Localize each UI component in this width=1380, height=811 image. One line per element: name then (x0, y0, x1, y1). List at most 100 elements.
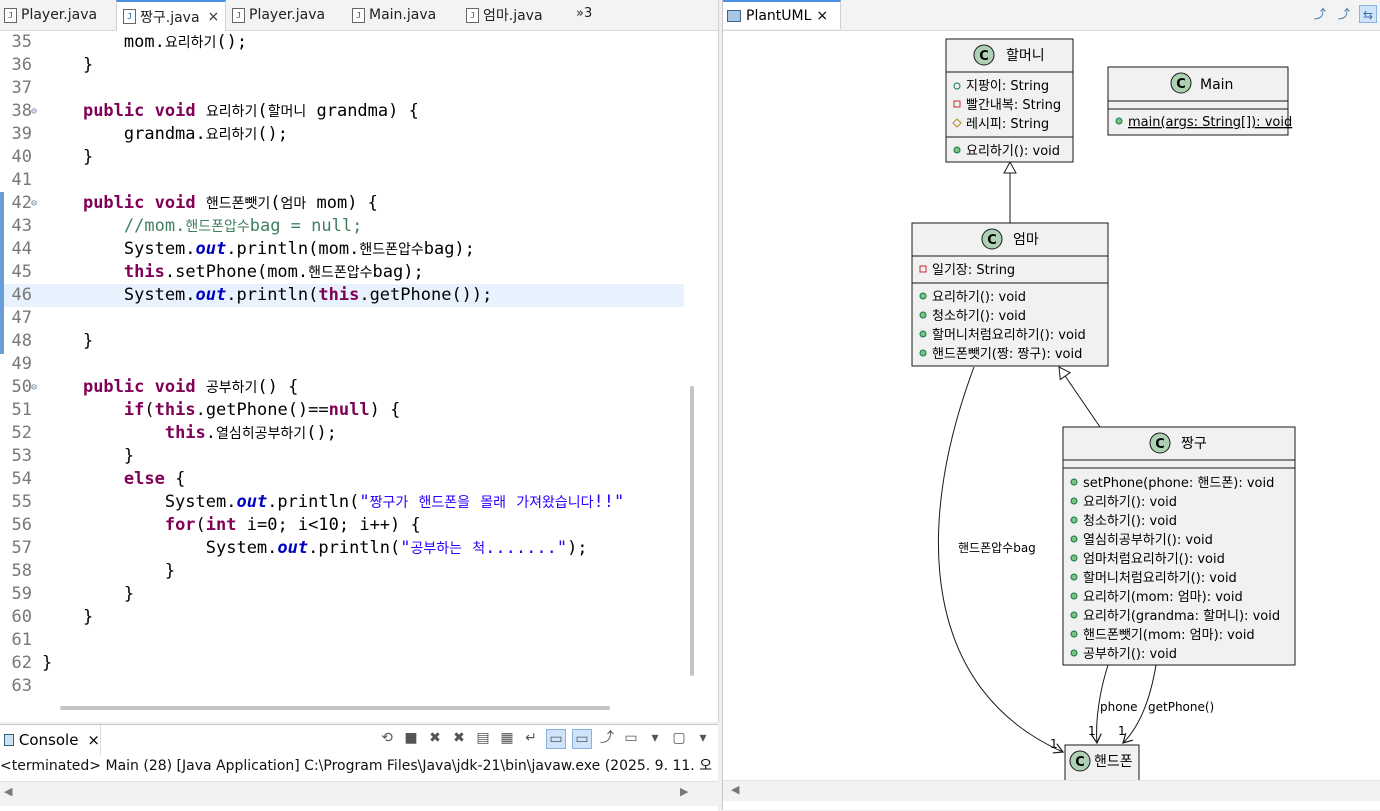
remove-all-icon[interactable]: ✖ (450, 729, 468, 747)
fold-toggle-icon[interactable]: ⊖ (31, 192, 37, 215)
terminate-icon[interactable]: ■ (402, 729, 420, 747)
scroll-left-icon[interactable]: ◀ (731, 783, 739, 796)
code-line[interactable]: 61 (0, 629, 684, 652)
public-method-icon (919, 292, 927, 300)
line-number: 39 (11, 124, 32, 144)
code-line[interactable]: 41 (0, 169, 684, 192)
code-line[interactable]: 63 (0, 675, 684, 698)
change-marker (0, 192, 4, 354)
class-mom[interactable]: C 엄마 일기장: String 요리하기(): void 청소하기(): vo… (911, 222, 1109, 367)
code-line[interactable]: 46 System.out.println(this.getPhone()); (0, 284, 684, 307)
link-editor-icon[interactable]: ⇆ (1359, 5, 1377, 23)
class-grandma[interactable]: C 할머니 지팡이: String 빨간내복: String 레시피: Stri… (945, 38, 1074, 163)
code-line[interactable]: 58 } (0, 560, 684, 583)
export-icon[interactable]: ⤴ (1311, 5, 1329, 23)
code-line[interactable]: 57 System.out.println("공부하는 척......."); (0, 537, 684, 560)
code-line[interactable]: 48 } (0, 330, 684, 353)
tab-main-java[interactable]: J Main.java (352, 0, 436, 30)
code-line[interactable]: 51 if(this.getPhone()==null) { (0, 399, 684, 422)
vertical-scrollbar[interactable] (690, 386, 694, 676)
tab-player-java-1[interactable]: J Player.java (4, 0, 97, 30)
code-line[interactable]: 43 //mom.핸드폰압수bag = null; (0, 215, 684, 238)
open-console-icon[interactable]: ▢ (670, 729, 688, 747)
code-line[interactable]: 59 } (0, 583, 684, 606)
code-line[interactable]: 56 for(int i=0; i<10; i++) { (0, 514, 684, 537)
code-line[interactable]: 35 mom.요리하기(); (0, 31, 684, 54)
close-icon[interactable]: × (816, 8, 828, 24)
line-number: 41 (11, 170, 32, 190)
pin-console-icon[interactable]: ⤴ (598, 729, 616, 747)
code-line[interactable]: 55 System.out.println("짱구가 핸드폰을 몰래 가져왔습니… (0, 491, 684, 514)
code-line[interactable]: 40 } (0, 146, 684, 169)
class-jjanggu[interactable]: C 짱구 setPhone(phone: 핸드폰): void 요리하기(): v… (1062, 426, 1296, 666)
tab-player-java-2[interactable]: J Player.java (232, 0, 325, 30)
code-line[interactable]: 49 (0, 353, 684, 376)
scroll-right-icon[interactable]: ▶ (680, 785, 688, 798)
tab-overflow-button[interactable]: »3 (576, 6, 592, 21)
public-method-icon (919, 311, 927, 319)
console-horizontal-scrollbar[interactable]: ◀ ▶ (0, 781, 718, 806)
inheritance-jjanggu-mom (1058, 366, 1101, 428)
fold-toggle-icon[interactable]: ⊖ (31, 100, 37, 123)
horizontal-scrollbar[interactable] (60, 706, 610, 710)
plantuml-horizontal-scrollbar[interactable]: ◀ (723, 780, 1380, 801)
word-wrap-icon[interactable]: ↵ (522, 729, 540, 747)
code-text: this.열심히공부하기(); (164, 423, 337, 443)
code-text: } (42, 607, 94, 627)
method: 할머니처럼요리하기(): void (1083, 571, 1237, 586)
line-number: 46 (11, 285, 32, 305)
copy-icon[interactable]: ⤴ (1335, 5, 1353, 23)
show-stderr-icon[interactable]: ▭ (572, 729, 592, 749)
code-line[interactable]: 36 } (0, 54, 684, 77)
code-area[interactable]: 35 mom.요리하기(); 36 } 37 38 ⊖ public void 요리하기… (0, 31, 684, 701)
tab-mom-java[interactable]: J 엄마.java (466, 0, 543, 30)
code-line[interactable]: 39 grandma.요리하기(); (0, 123, 684, 146)
class-phone[interactable]: C 핸드폰 (1064, 744, 1140, 782)
code-line[interactable]: 45 this.setPhone(mom.핸드폰압수bag); (0, 261, 684, 284)
code-line[interactable]: 53 } (0, 445, 684, 468)
class-marker: C (1155, 437, 1165, 452)
remove-launch-icon[interactable]: ✖ (426, 729, 444, 747)
code-line[interactable]: 38 ⊖ public void 요리하기(할머니 grandma) { (0, 100, 684, 123)
code-line[interactable]: 54 else { (0, 468, 684, 491)
class-main[interactable]: C Main main(args: String[]): void (1107, 66, 1292, 136)
code-line[interactable]: 60 } (0, 606, 684, 629)
line-number: 44 (11, 239, 32, 259)
tab-jjanggu-java[interactable]: J 짱구.java × (116, 0, 227, 31)
code-line[interactable]: 52 this.열심히공부하기(); (0, 422, 684, 445)
scroll-left-icon[interactable]: ◀ (4, 785, 12, 798)
code-line[interactable]: 50 ⊖ public void 공부하기() { (0, 376, 684, 399)
code-line[interactable]: 47 (0, 307, 684, 330)
public-method-icon (1070, 497, 1078, 505)
code-line[interactable]: 62} (0, 652, 684, 675)
console-view: Console × ⟲ ■ ✖ ✖ ▤ ▦ ↵ ▭ ▭ ⤴ ▭ ▾ ▢ ▾ <t… (0, 724, 718, 811)
view-menu-icon[interactable]: ▾ (694, 729, 712, 747)
class-name: 핸드폰 (1094, 754, 1133, 770)
plantuml-tab[interactable]: PlantUML × (723, 0, 841, 29)
code-editor[interactable]: J Player.java J 짱구.java × J Player.java … (0, 0, 719, 722)
code-text: //mom.핸드폰압수bag = null; (123, 216, 363, 236)
public-method-icon (1070, 611, 1078, 619)
line-number: 38 (11, 101, 32, 121)
clear-console-icon[interactable]: ▤ (474, 729, 492, 747)
code-line[interactable]: 37 (0, 77, 684, 100)
console-tab[interactable]: Console × (0, 725, 101, 755)
fold-toggle-icon[interactable]: ⊖ (31, 376, 37, 399)
display-console-icon[interactable]: ▭ (622, 729, 640, 747)
chevron-down-icon[interactable]: ▾ (646, 729, 664, 747)
pin-icon[interactable]: ⟲ (378, 729, 396, 747)
show-stdout-icon[interactable]: ▭ (546, 729, 566, 749)
code-text: grandma.요리하기(); (42, 124, 289, 144)
plantuml-icon (727, 9, 741, 22)
code-line[interactable]: 44 System.out.println(mom.핸드폰압수bag); (0, 238, 684, 261)
method: 엄마처럼요리하기(): void (1083, 552, 1225, 567)
field: 지팡이: String (966, 79, 1049, 94)
public-method-icon (1070, 535, 1078, 543)
scroll-lock-icon[interactable]: ▦ (498, 729, 516, 747)
java-file-icon: J (466, 7, 479, 23)
console-tab-label: Console (18, 731, 79, 749)
class-diagram: 핸드폰압수bag phone getPhone() 1 1 1 C 할머니 지팡… (911, 38, 1296, 782)
close-icon[interactable]: × (87, 731, 100, 749)
code-line[interactable]: 42 ⊖ public void 핸드폰뺏기(엄마 mom) { (0, 192, 684, 215)
close-icon[interactable]: × (208, 9, 220, 25)
